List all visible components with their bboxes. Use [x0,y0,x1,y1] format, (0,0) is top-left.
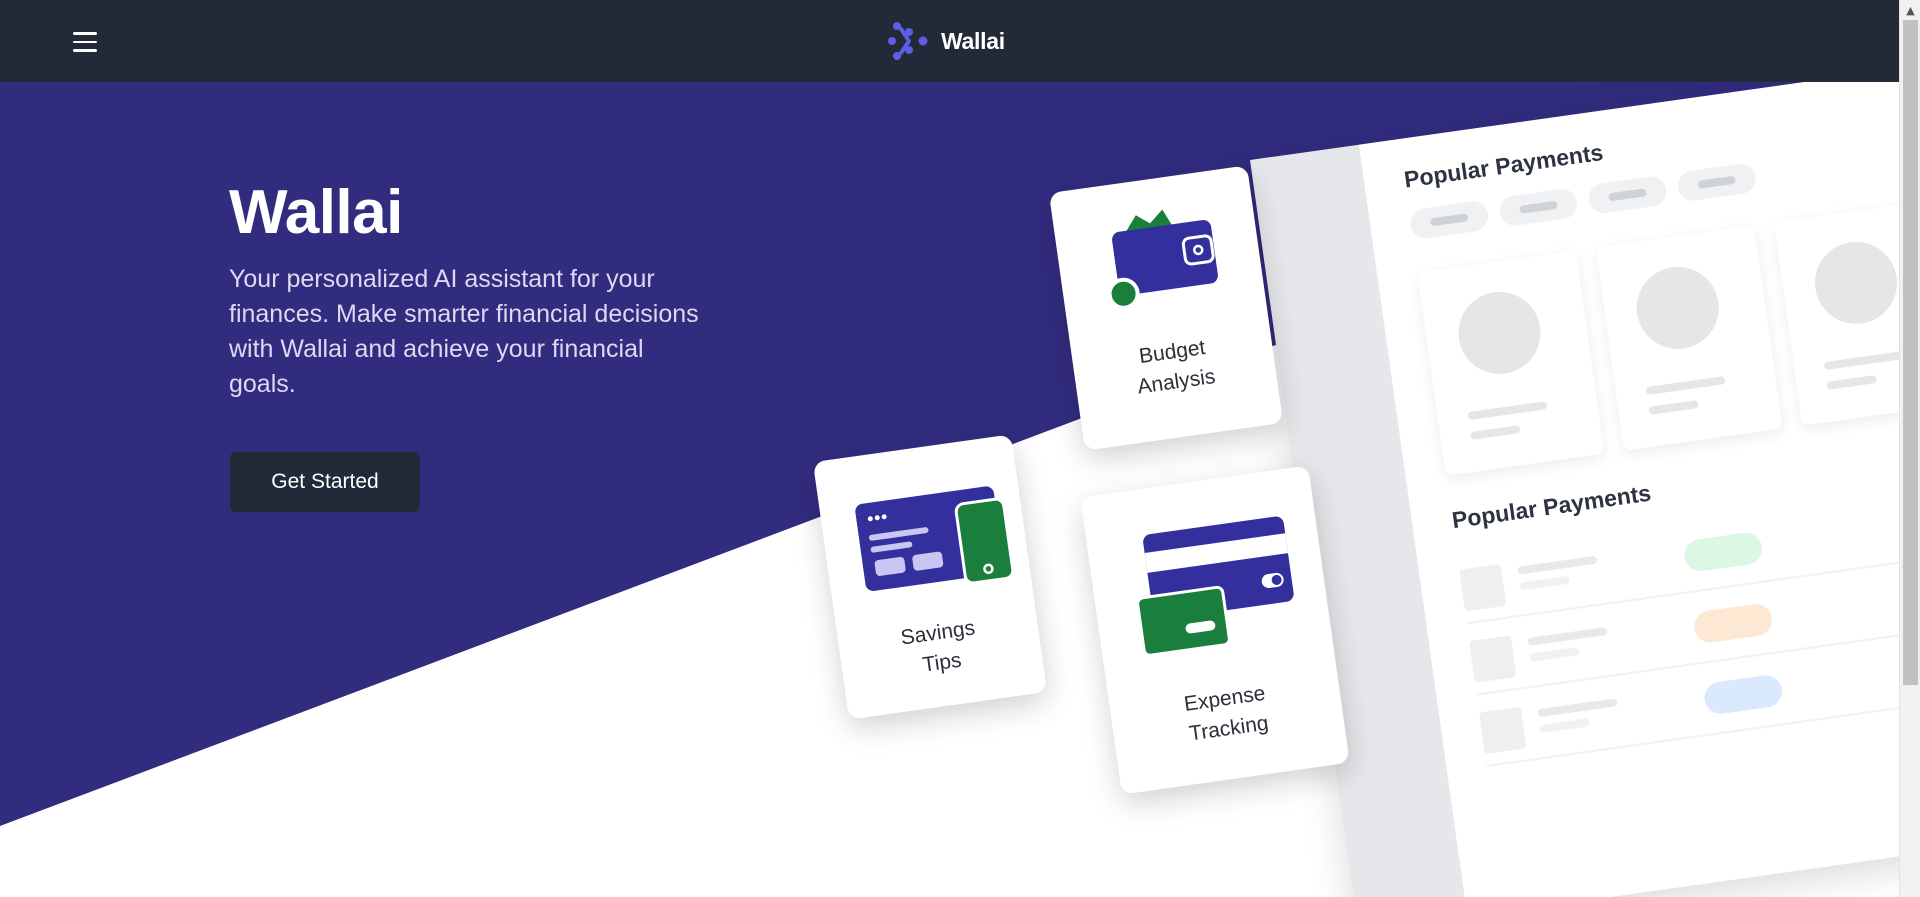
page-scrollbar[interactable]: ▲ [1899,0,1920,897]
status-badge [1692,601,1775,645]
popular-payments-heading: Popular Payments [1402,138,1605,193]
avatar-placeholder [1453,286,1546,380]
payment-card[interactable] [1417,250,1605,476]
feature-label: Savings Tips [899,616,977,677]
filter-pill[interactable] [1408,199,1490,241]
dashboard-mockup: Popular Payments Popular Payments [1250,38,1920,897]
avatar-placeholder [1631,261,1725,355]
avatar-placeholder [1809,236,1903,330]
filter-pill[interactable] [1675,161,1758,203]
wallet-icon [1107,209,1218,310]
scroll-thumb[interactable] [1903,20,1918,685]
status-badge [1682,530,1765,574]
payment-card[interactable] [1595,225,1783,451]
feature-label: Expense Tracking [1182,681,1270,746]
status-badge [1702,673,1785,716]
brand-name: Wallai [941,27,1005,54]
card-and-phone-icon [855,486,1015,591]
feature-card-savings-tips[interactable]: Savings Tips [812,434,1048,720]
feature-card-budget-analysis[interactable]: Budget Analysis [1048,165,1284,451]
brand[interactable]: Wallai [887,20,1005,62]
hamburger-menu-icon[interactable] [73,32,97,52]
scroll-up-arrow-icon[interactable]: ▲ [1900,0,1920,20]
filter-pill[interactable] [1497,187,1580,228]
credit-cards-icon [1136,516,1294,657]
filter-pill[interactable] [1586,174,1669,216]
top-navbar: Wallai [0,0,1899,82]
hero-title: Wallai [229,178,403,247]
dashboard-content: Popular Payments Popular Payments [1358,38,1920,897]
page: Wallai Wallai Your personalized AI assis… [0,0,1920,897]
popular-payments-heading-2: Popular Payments [1450,479,1653,534]
hero-description: Your personalized AI assistant for your … [229,265,699,398]
feature-label: Budget Analysis [1136,336,1217,399]
get-started-button[interactable]: Get Started [230,452,420,512]
wallai-logo-icon [888,22,928,60]
feature-card-expense-tracking[interactable]: Expense Tracking [1080,465,1350,795]
